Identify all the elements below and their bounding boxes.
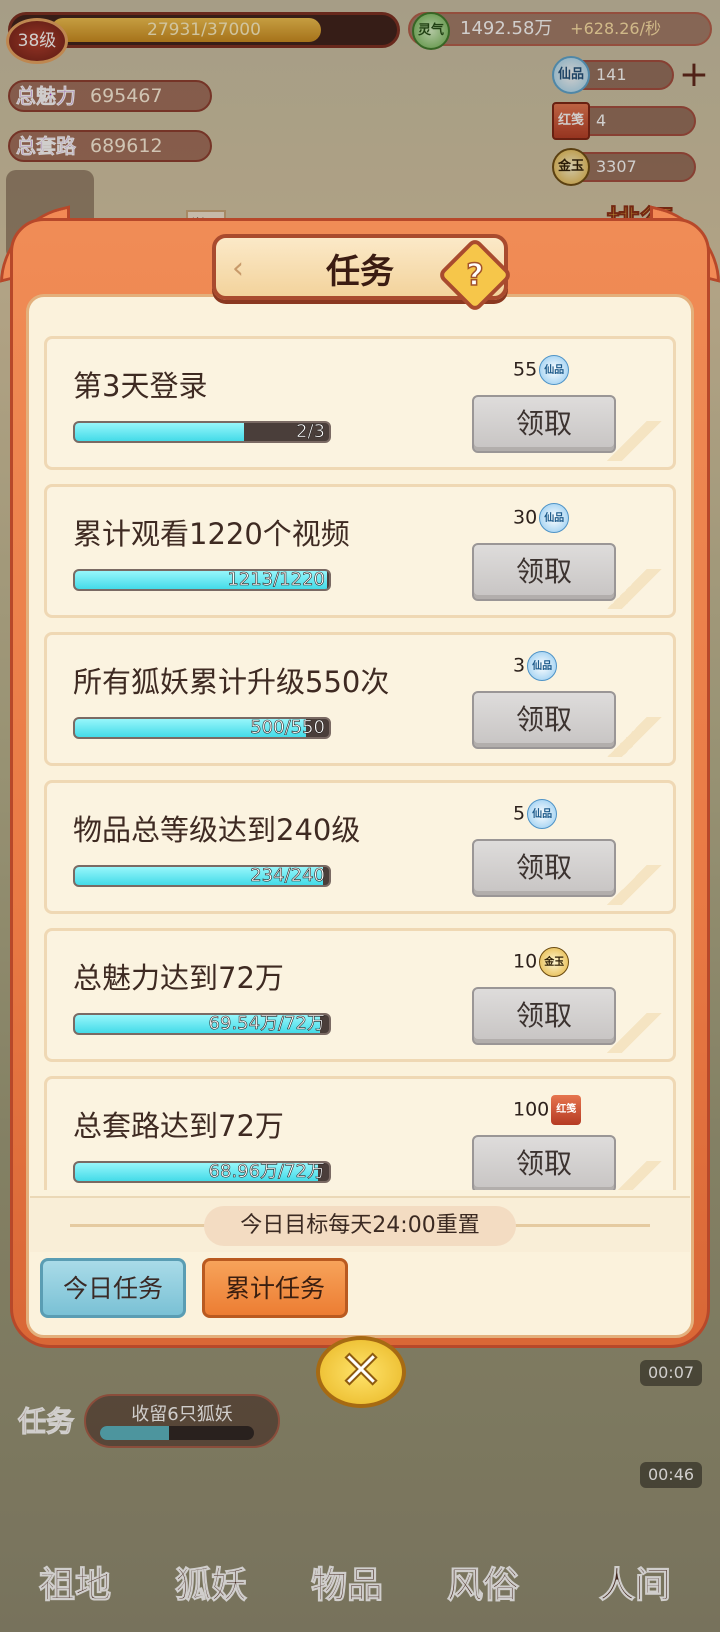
task-progress-bar: 1213/1220 — [73, 569, 331, 591]
hongjian-icon: 红笺 — [551, 1095, 582, 1125]
task-progress-bar: 69.54万/72万 — [73, 1013, 331, 1035]
task-progress-bar: 68.96万/72万 — [73, 1161, 331, 1183]
help-icon[interactable]: ? — [448, 254, 502, 298]
xianpin-icon: 仙品 — [527, 799, 558, 829]
task-card: 累计观看1220个视频 1213/1220 30 仙品 领取 — [44, 484, 676, 618]
task-progress-text: 500/550 — [250, 717, 325, 738]
task-reward: 30 仙品 — [513, 503, 570, 537]
claim-button[interactable]: 领取 — [472, 691, 616, 749]
task-card: 所有狐妖累计升级550次 500/550 3 仙品 领取 — [44, 632, 676, 766]
ribbon-line-left — [70, 1224, 210, 1227]
task-title: 总套路达到72万 — [73, 1109, 284, 1143]
task-reward: 5 仙品 — [513, 799, 558, 833]
task-list[interactable]: 第3天登录 2/3 55 仙品 领取 累计观看1220个视频 1213/1220 … — [44, 336, 676, 1190]
xianpin-icon: 仙品 — [539, 503, 570, 533]
task-title: 总魅力达到72万 — [73, 961, 284, 995]
task-card: 总魅力达到72万 69.54万/72万 10 金玉 领取 — [44, 928, 676, 1062]
tab-daily-tasks[interactable]: 今日任务 — [40, 1258, 186, 1318]
close-icon[interactable]: ✕ — [316, 1336, 406, 1408]
reward-amount: 3 — [513, 654, 526, 677]
task-title: 累计观看1220个视频 — [73, 517, 350, 551]
task-card: 第3天登录 2/3 55 仙品 领取 — [44, 336, 676, 470]
task-progress-bar: 2/3 — [73, 421, 331, 443]
task-progress-bar: 234/240 — [73, 865, 331, 887]
claim-button[interactable]: 领取 — [472, 395, 616, 453]
reset-notice: 今日目标每天24:00重置 — [204, 1206, 516, 1246]
task-card: 总套路达到72万 68.96万/72万 100 红笺 领取 — [44, 1076, 676, 1190]
task-reward: 3 仙品 — [513, 651, 558, 685]
tab-cumulative-tasks[interactable]: 累计任务 — [202, 1258, 348, 1318]
task-progress-text: 68.96万/72万 — [208, 1161, 325, 1182]
task-progress-text: 69.54万/72万 — [208, 1013, 325, 1034]
task-title: 第3天登录 — [73, 369, 208, 403]
xianpin-icon: 仙品 — [527, 651, 558, 681]
claim-button[interactable]: 领取 — [472, 1135, 616, 1190]
task-progress-text: 234/240 — [250, 865, 325, 886]
task-title: 物品总等级达到240级 — [73, 813, 361, 847]
task-progress-text: 2/3 — [296, 421, 326, 442]
reward-amount: 55 — [513, 358, 538, 381]
task-progress-fill — [75, 423, 245, 441]
claim-button[interactable]: 领取 — [472, 987, 616, 1045]
ribbon-line-right — [510, 1224, 650, 1227]
task-title: 所有狐妖累计升级550次 — [73, 665, 390, 699]
reward-amount: 5 — [513, 802, 526, 825]
reward-amount: 30 — [513, 506, 538, 529]
task-reward: 10 金玉 — [513, 947, 570, 981]
xianpin-icon: 仙品 — [539, 355, 570, 385]
claim-button[interactable]: 领取 — [472, 839, 616, 897]
task-progress-text: 1213/1220 — [227, 569, 325, 590]
task-progress-bar: 500/550 — [73, 717, 331, 739]
claim-button[interactable]: 领取 — [472, 543, 616, 601]
jinyu-icon: 金玉 — [539, 947, 570, 977]
reward-amount: 100 — [513, 1098, 550, 1121]
reward-amount: 10 — [513, 950, 538, 973]
task-reward: 55 仙品 — [513, 355, 570, 389]
task-reward: 100 红笺 — [513, 1095, 582, 1129]
task-card: 物品总等级达到240级 234/240 5 仙品 领取 — [44, 780, 676, 914]
reset-ribbon: 今日目标每天24:00重置 — [30, 1196, 690, 1252]
